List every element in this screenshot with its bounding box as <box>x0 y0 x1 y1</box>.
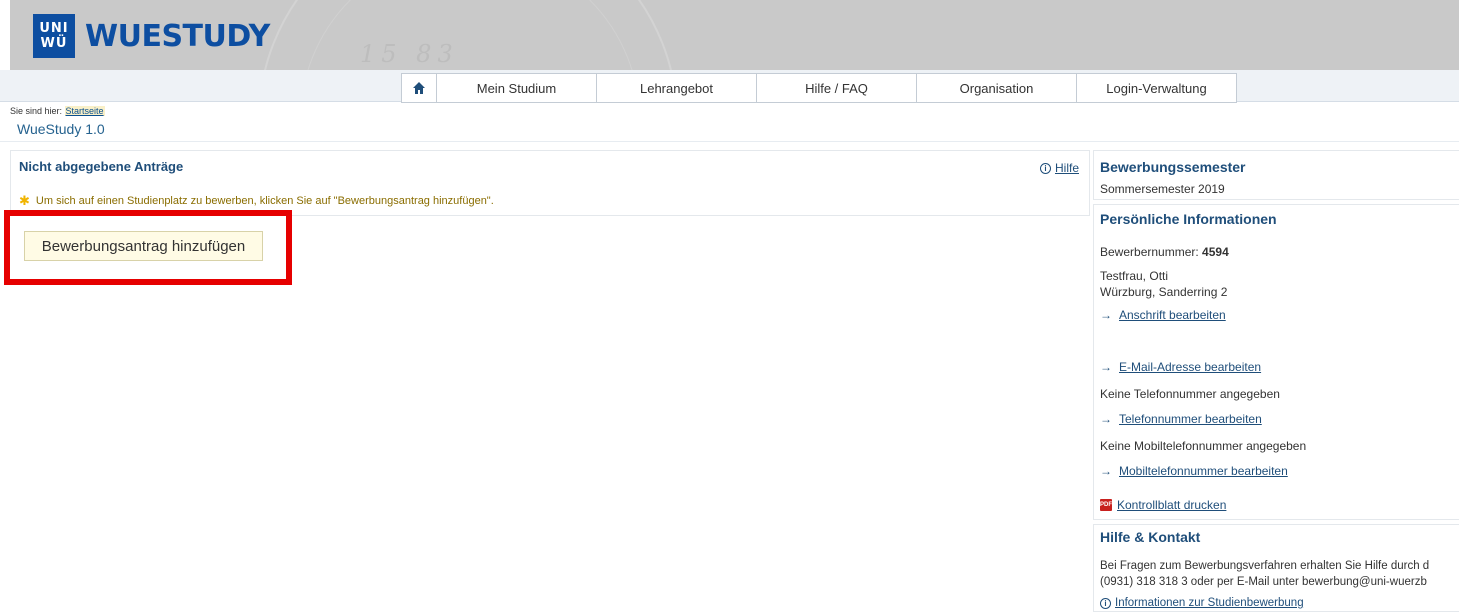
applicant-name: Testfrau, Otti <box>1100 269 1169 283</box>
semester-section: Bewerbungssemester Sommersemester 2019 <box>1093 150 1459 200</box>
edit-phone-link[interactable]: → Telefonnummer bearbeiten <box>1100 412 1262 426</box>
nav-bar: Mein Studium Lehrangebot Hilfe / FAQ Org… <box>0 70 1459 103</box>
help-contact-line1: Bei Fragen zum Bewerbungsverfahren erhal… <box>1100 560 1430 572</box>
page-title: WueStudy 1.0 <box>17 121 105 137</box>
edit-mobile-link[interactable]: → Mobiltelefonnummer bearbeiten <box>1100 464 1288 478</box>
help-contact-line2: (0931) 318 318 3 oder per E-Mail unter b… <box>1100 576 1427 588</box>
applicant-number-value: 4594 <box>1202 245 1229 259</box>
arrow-right-icon: → <box>1100 464 1112 478</box>
arrow-right-icon: → <box>1100 308 1112 322</box>
semester-value: Sommersemester 2019 <box>1100 182 1225 196</box>
semester-title: Bewerbungssemester <box>1100 159 1246 175</box>
help-contact-section: Hilfe & Kontakt Bei Fragen zum Bewerbung… <box>1093 524 1459 612</box>
applicant-number-row: Bewerbernummer: 4594 <box>1100 245 1229 259</box>
star-icon: ✱ <box>19 193 30 208</box>
application-info-link[interactable]: i Informationen zur Studienbewerbung <box>1100 597 1304 609</box>
arrow-right-icon: → <box>1100 412 1112 426</box>
nav-hilfe-faq[interactable]: Hilfe / FAQ <box>757 73 917 103</box>
nav-login-verwaltung[interactable]: Login-Verwaltung <box>1077 73 1237 103</box>
help-link-label: Hilfe <box>1054 161 1079 175</box>
no-mobile-text: Keine Mobiltelefonnummer angegeben <box>1100 439 1307 453</box>
header-banner: 15 83 UNI WÜ WUESTUDY <box>0 0 1459 70</box>
edit-email-link[interactable]: → E-Mail-Adresse bearbeiten <box>1100 360 1261 374</box>
applicant-address: Würzburg, Sanderring 2 <box>1100 285 1228 299</box>
breadcrumb-link-startseite[interactable]: Startseite <box>64 106 105 116</box>
wuestudy-logo[interactable]: UNI WÜ WUESTUDY <box>33 14 270 58</box>
main-navigation: Mein Studium Lehrangebot Hilfe / FAQ Org… <box>401 73 1237 103</box>
info-icon: i <box>1100 597 1111 609</box>
home-icon <box>412 81 426 95</box>
panel-title: Nicht abgegebene Anträge <box>19 159 184 174</box>
nav-lehrangebot[interactable]: Lehrangebot <box>597 73 757 103</box>
info-message: ✱ Um sich auf einen Studienplatz zu bewe… <box>19 193 494 209</box>
logo-text: WUESTUDY <box>85 18 270 54</box>
info-message-text: Um sich auf einen Studienplatz zu bewerb… <box>35 195 494 207</box>
applicant-number-label: Bewerbernummer: <box>1100 245 1199 259</box>
breadcrumb-prefix: Sie sind hier: <box>10 106 63 116</box>
edit-address-link[interactable]: → Anschrift bearbeiten <box>1100 308 1226 322</box>
print-control-sheet-link[interactable]: PDF Kontrollblatt drucken <box>1100 498 1226 512</box>
help-link[interactable]: i Hilfe <box>1039 161 1079 175</box>
pending-applications-panel: Nicht abgegebene Anträge i Hilfe ✱ Um si… <box>10 150 1090 216</box>
nav-home[interactable] <box>401 73 437 103</box>
help-contact-title: Hilfe & Kontakt <box>1100 529 1201 545</box>
add-application-button[interactable]: Bewerbungsantrag hinzufügen <box>24 231 263 261</box>
personal-info-section: Persönliche Informationen Bewerbernummer… <box>1093 204 1459 520</box>
uni-wue-logo-mark: UNI WÜ <box>33 14 75 58</box>
title-divider <box>0 141 1459 142</box>
pdf-icon: PDF <box>1100 499 1112 511</box>
nav-mein-studium[interactable]: Mein Studium <box>437 73 597 103</box>
breadcrumb: Sie sind hier: Startseite <box>10 106 105 116</box>
info-icon: i <box>1039 162 1051 174</box>
sidebar: Bewerbungssemester Sommersemester 2019 P… <box>1093 150 1459 612</box>
arrow-right-icon: → <box>1100 360 1112 374</box>
no-phone-text: Keine Telefonnummer angegeben <box>1100 387 1280 401</box>
personal-info-title: Persönliche Informationen <box>1100 211 1277 227</box>
seal-text: 15 83 <box>360 40 459 68</box>
nav-organisation[interactable]: Organisation <box>917 73 1077 103</box>
